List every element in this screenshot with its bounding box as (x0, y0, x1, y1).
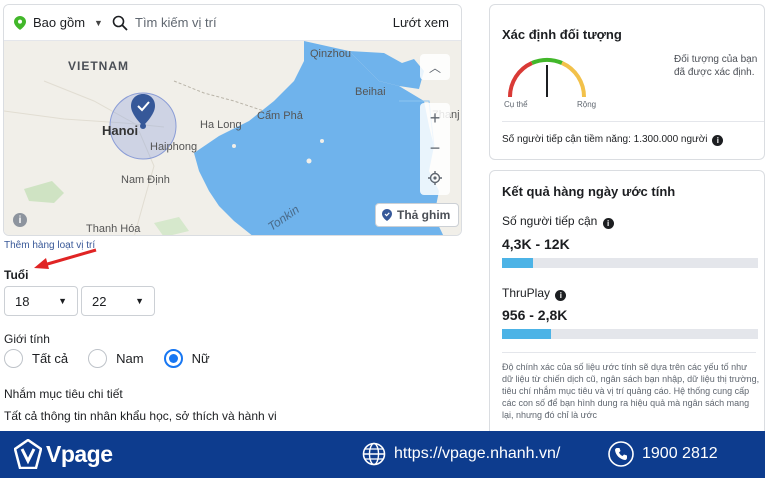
reach-bar-fill (502, 258, 533, 268)
reach-value: 4,3K - 12K (502, 236, 570, 252)
gender-option-male: Nam (116, 351, 144, 366)
location-search-bar: Bao gồm ▼ Tìm kiếm vị trí Lướt xem (4, 5, 461, 41)
target-icon (428, 171, 442, 185)
gender-option-all: Tất cả (32, 351, 69, 366)
detailed-targeting-description: Tất cả thông tin nhân khẩu học, sở thích… (4, 409, 277, 423)
chevron-down-icon: ▼ (58, 296, 67, 306)
map-label-hanoi: Hanoi (102, 123, 139, 138)
audience-defined-note: Đối tượng của bạn đã được xác định. (674, 54, 758, 78)
info-icon[interactable]: i (602, 218, 614, 229)
location-search-input[interactable]: Tìm kiếm vị trí (135, 15, 393, 30)
thruplay-bar (502, 329, 758, 339)
age-max-select[interactable]: 22 ▼ (81, 286, 155, 316)
thruplay-label: ThruPlay (502, 286, 551, 300)
vpage-logo-icon (14, 439, 42, 469)
map-label-halong: Ha Long (200, 119, 242, 131)
green-pin-icon (14, 15, 26, 30)
age-label: Tuổi (4, 268, 29, 282)
map-label-beihai: Beihai (355, 86, 386, 98)
drop-pin-button[interactable]: Thả ghim (375, 203, 460, 227)
audience-definition-title: Xác định đối tượng (502, 27, 622, 42)
plus-icon: + (429, 107, 441, 128)
zoom-in-button[interactable]: + (420, 103, 450, 133)
phone-icon (608, 441, 634, 467)
minus-icon: − (429, 137, 441, 158)
chevron-down-icon: ▼ (94, 17, 103, 28)
audience-gauge (502, 55, 592, 106)
potential-reach: Số người tiếp cận tiềm năng: 1.300.000 n… (502, 134, 724, 146)
reach-bar (502, 258, 758, 268)
locate-button[interactable] (420, 163, 450, 193)
brand-name: Vpage (46, 440, 113, 467)
include-filter-dropdown[interactable]: Bao gồm ▼ (4, 15, 108, 30)
thruplay-bar-fill (502, 329, 551, 339)
map-canvas[interactable]: VIETNAM Qinzhou Beihai Zhanj Hanoi Ha Lo… (4, 41, 461, 235)
daily-results-card: Kết quả hàng ngày ước tính Số người tiếp… (489, 170, 765, 440)
gauge-graphic (507, 57, 587, 98)
info-icon[interactable]: i (555, 290, 567, 301)
reach-label-row: Số người tiếp cận i (502, 214, 614, 229)
audience-definition-card: Xác định đối tượng Cụ thể Rộng Đối tượng… (489, 4, 765, 160)
brand-logo: Vpage (14, 439, 113, 469)
website-url: https://vpage.nhanh.vn/ (394, 445, 561, 462)
pin-icon (382, 209, 392, 221)
gender-radio-group: Tất cả Nam Nữ (4, 349, 230, 368)
gender-option-female: Nữ (191, 351, 210, 366)
red-arrow-icon (34, 248, 97, 269)
drop-pin-label: Thả ghim (397, 208, 451, 222)
divider (502, 121, 764, 122)
gender-label: Giới tính (4, 332, 50, 346)
map-label-namdinh: Nam Định (121, 174, 170, 186)
website-link[interactable]: https://vpage.nhanh.vn/ (362, 442, 560, 466)
daily-results-title: Kết quả hàng ngày ước tính (502, 184, 676, 199)
map-label-thanhhoa: Thanh Hóa (86, 223, 141, 235)
gauge-right-caption: Rộng (577, 100, 597, 109)
age-min-select[interactable]: 18 ▼ (4, 286, 78, 316)
divider (502, 352, 756, 353)
browse-button[interactable]: Lướt xem (393, 15, 461, 30)
chevron-down-icon: ▼ (135, 296, 144, 306)
info-icon[interactable]: i (712, 135, 724, 146)
search-icon (112, 15, 128, 31)
location-map-panel: Bao gồm ▼ Tìm kiếm vị trí Lướt xem VIETN… (3, 4, 462, 236)
map-label-campha: Cẩm Phả (257, 110, 303, 122)
footer-banner: Vpage https://vpage.nhanh.vn/ 1900 2812 (0, 431, 765, 478)
collapse-map-button[interactable]: ︿ (420, 54, 450, 80)
include-filter-label: Bao gồm (33, 15, 86, 30)
age-max-value: 22 (92, 293, 107, 309)
map-label-qinzhou: Qinzhou (310, 48, 351, 60)
chevron-up-icon: ︿ (428, 60, 441, 75)
potential-reach-text: Số người tiếp cận tiềm năng: 1.300.000 n… (502, 134, 708, 145)
thruplay-value: 956 - 2,8K (502, 307, 568, 323)
zoom-out-button[interactable]: − (420, 133, 450, 163)
hotline-number: 1900 2812 (642, 445, 718, 462)
reach-label: Số người tiếp cận (502, 214, 598, 228)
map-info-icon[interactable]: i (13, 213, 27, 227)
map-label-haiphong: Haiphong (150, 141, 198, 153)
thruplay-label-row: ThruPlay i (502, 286, 567, 301)
gender-radio-male[interactable] (88, 349, 108, 368)
zoom-controls: + − (420, 103, 450, 195)
page-root: Bao gồm ▼ Tìm kiếm vị trí Lướt xem VIETN… (0, 0, 765, 478)
estimate-disclaimer: Độ chính xác của số liệu ước tính sẽ dựa… (502, 362, 760, 420)
hotline-link[interactable]: 1900 2812 (608, 441, 718, 467)
map-label-vietnam: VIETNAM (68, 59, 129, 73)
detailed-targeting-label: Nhắm mục tiêu chi tiết (4, 387, 123, 401)
gender-radio-all[interactable] (4, 349, 23, 368)
age-min-value: 18 (15, 293, 30, 309)
gauge-left-caption: Cụ thể (504, 100, 528, 109)
globe-icon (362, 442, 386, 466)
gender-radio-female[interactable] (163, 349, 183, 368)
